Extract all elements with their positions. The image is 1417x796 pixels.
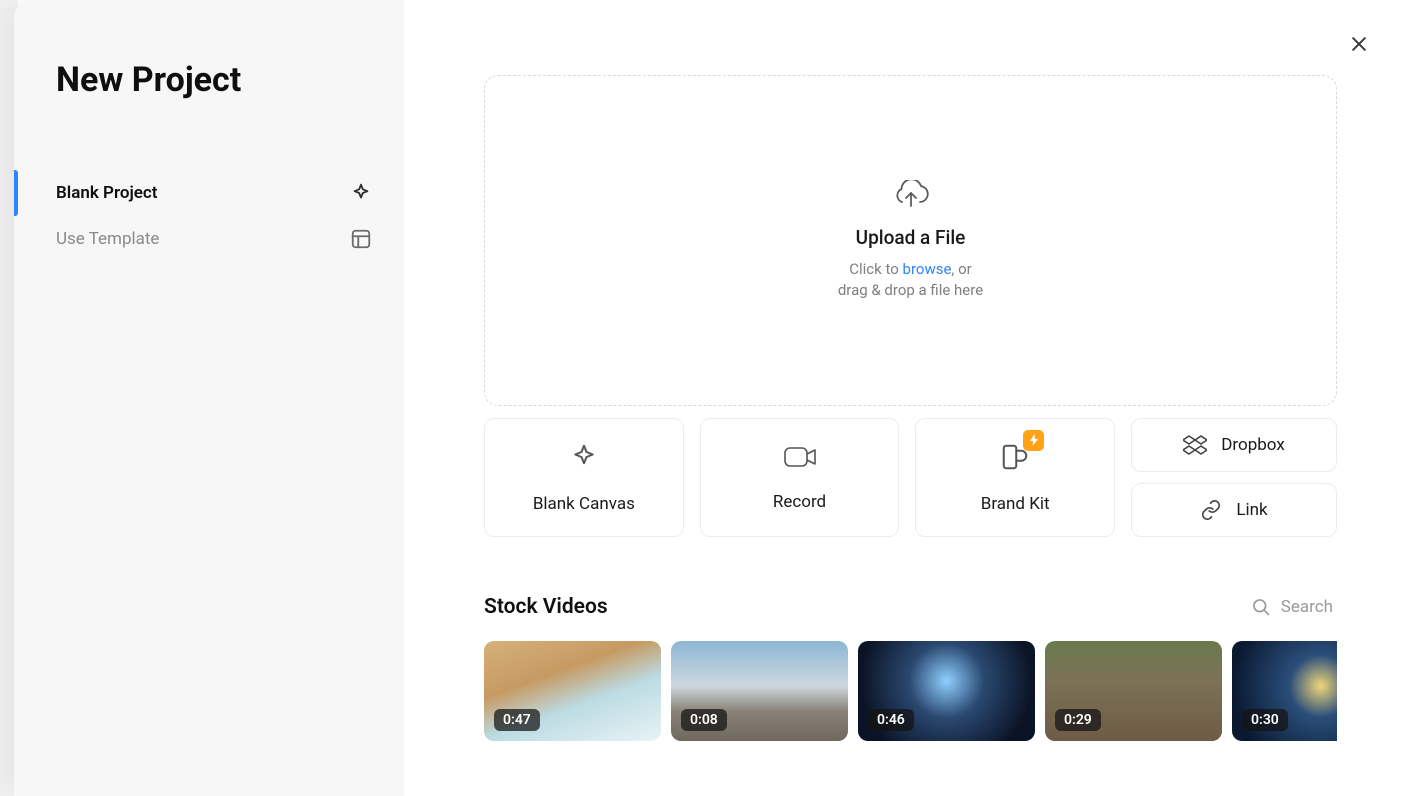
duration-badge: 0:30 [1242,709,1288,731]
action-row: Blank Canvas Record [484,418,1337,537]
dropbox-icon [1183,435,1207,455]
stock-videos-header: Stock Videos Search [484,595,1337,619]
blank-canvas-button[interactable]: Blank Canvas [484,418,684,537]
sidebar: New Project Blank Project Use Template [14,0,404,796]
stock-videos-row: 0:47 0:08 0:46 0:29 0:30 [484,641,1337,741]
cloud-upload-icon [892,180,930,214]
action-label: Brand Kit [981,494,1050,514]
search-icon [1251,597,1271,617]
camera-icon [783,444,817,474]
section-title: Stock Videos [484,595,608,619]
stock-video-thumb[interactable]: 0:08 [671,641,848,741]
main-panel: Upload a File Click to browse, or drag &… [404,0,1417,796]
sparkle-icon [569,442,599,476]
brand-icon [1000,442,1030,476]
link-icon [1200,499,1222,521]
stock-video-thumb[interactable]: 0:47 [484,641,661,741]
sidebar-item-use-template[interactable]: Use Template [14,216,404,262]
duration-badge: 0:47 [494,709,540,731]
secondary-actions: Dropbox Link [1131,418,1337,537]
sidebar-item-label: Use Template [56,229,159,249]
bolt-badge-icon [1023,430,1044,451]
stock-video-thumb[interactable]: 0:29 [1045,641,1222,741]
template-icon [350,228,372,250]
action-label: Record [773,492,826,512]
browse-link[interactable]: browse [903,260,952,278]
sidebar-item-blank-project[interactable]: Blank Project [14,170,404,216]
brand-kit-button[interactable]: Brand Kit [915,418,1115,537]
duration-badge: 0:29 [1055,709,1101,731]
new-project-modal: New Project Blank Project Use Template [14,0,1417,796]
sparkle-icon [350,182,372,204]
duration-badge: 0:08 [681,709,727,731]
page-title: New Project [56,60,404,100]
action-label: Link [1236,500,1267,520]
sidebar-item-label: Blank Project [56,183,158,203]
action-label: Blank Canvas [533,494,635,514]
stock-video-thumb[interactable]: 0:46 [858,641,1035,741]
dropbox-button[interactable]: Dropbox [1131,418,1337,472]
link-button[interactable]: Link [1131,483,1337,537]
upload-title: Upload a File [856,226,966,249]
upload-subtext: Click to browse, or drag & drop a file h… [838,259,983,301]
duration-badge: 0:46 [868,709,914,731]
search-stock-videos[interactable]: Search [1251,597,1337,617]
action-label: Dropbox [1221,435,1285,455]
close-icon [1349,34,1369,58]
close-button[interactable] [1345,32,1373,60]
search-label: Search [1281,597,1333,617]
stock-video-thumb[interactable]: 0:30 [1232,641,1337,741]
upload-dropzone[interactable]: Upload a File Click to browse, or drag &… [484,75,1337,406]
record-button[interactable]: Record [700,418,900,537]
